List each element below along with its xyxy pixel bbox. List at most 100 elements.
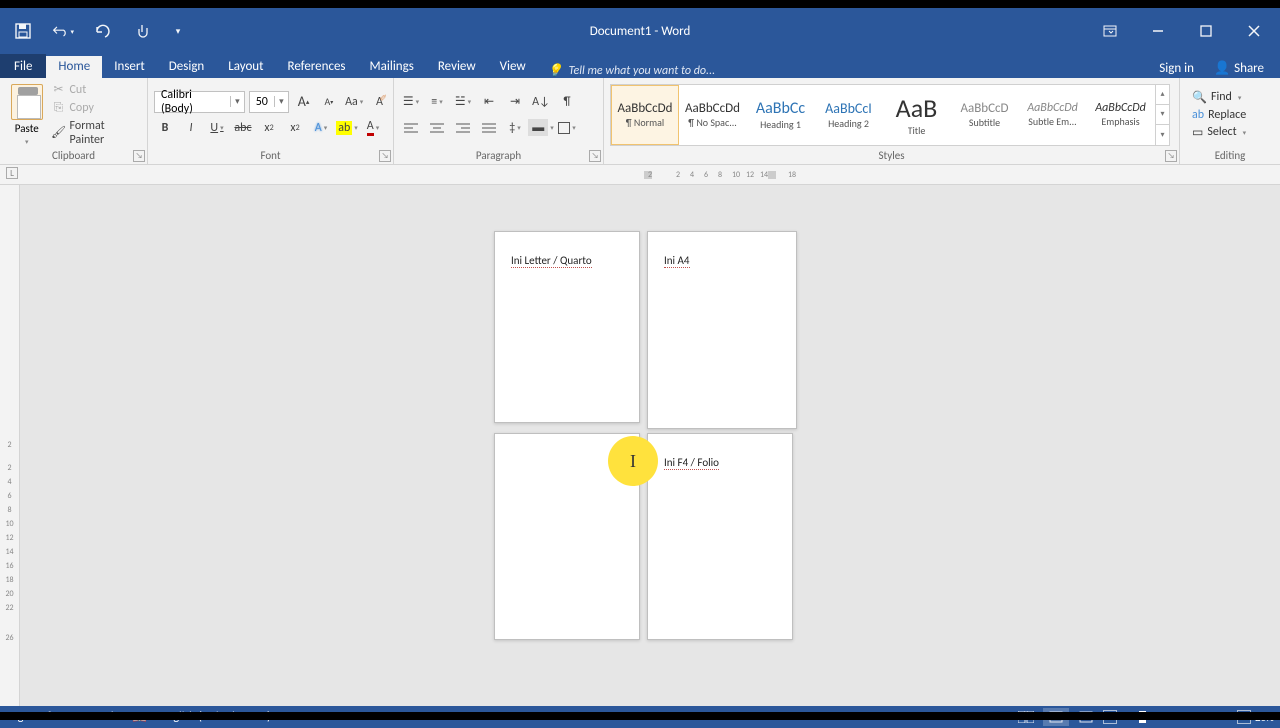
- cursor-highlight: I: [608, 436, 658, 486]
- group-font: Calibri (Body)▾ 50▾ A▴ A▾ Aa▾ A✐ B I U▾ …: [148, 78, 394, 164]
- touch-mode-icon[interactable]: [132, 20, 154, 42]
- align-right-button[interactable]: [452, 117, 474, 139]
- group-styles: AaBbCcDd¶ NormalAaBbCcDd¶ No Spac...AaBb…: [604, 78, 1180, 164]
- highlight-button[interactable]: ab▾: [336, 117, 358, 139]
- select-button[interactable]: ▭Select▾: [1192, 125, 1246, 140]
- copy-button[interactable]: ⎘Copy: [52, 101, 141, 115]
- align-left-button[interactable]: [400, 117, 422, 139]
- tab-view[interactable]: View: [488, 56, 538, 78]
- paste-button[interactable]: Paste ▾: [6, 84, 48, 146]
- underline-button[interactable]: U▾: [206, 117, 228, 139]
- style--normal[interactable]: AaBbCcDd¶ Normal: [611, 85, 679, 145]
- gallery-down-icon[interactable]: ▾: [1156, 105, 1169, 125]
- clear-formatting-button[interactable]: A✐: [369, 91, 390, 113]
- tab-review[interactable]: Review: [426, 56, 488, 78]
- style-subtitle[interactable]: AaBbCcDSubtitle: [951, 85, 1019, 145]
- vertical-ruler[interactable]: 224681012141618202226: [0, 185, 20, 706]
- align-center-button[interactable]: [426, 117, 448, 139]
- subscript-button[interactable]: x2: [258, 117, 280, 139]
- lightbulb-icon: 💡: [548, 63, 563, 78]
- share-icon: 👤: [1214, 61, 1230, 76]
- page-thumb-4[interactable]: Ini F4 / Folio: [647, 433, 793, 640]
- cut-button[interactable]: ✂Cut: [52, 83, 141, 97]
- superscript-button[interactable]: x2: [284, 117, 306, 139]
- font-name-combo[interactable]: Calibri (Body)▾: [154, 91, 245, 113]
- change-case-button[interactable]: Aa▾: [344, 91, 365, 113]
- tell-me-search[interactable]: 💡 Tell me what you want to do...: [548, 63, 715, 78]
- sort-button[interactable]: A↓: [530, 91, 552, 113]
- bullets-button[interactable]: ☰▾: [400, 91, 422, 113]
- page-thumb-2[interactable]: Ini A4: [647, 231, 797, 429]
- customize-qat-icon[interactable]: ▾: [172, 20, 184, 42]
- save-icon[interactable]: [12, 20, 34, 42]
- show-marks-button[interactable]: ¶: [556, 91, 578, 113]
- paragraph-launcher[interactable]: ↘: [589, 150, 601, 162]
- paintbrush-icon: 🖌: [52, 126, 66, 140]
- redo-icon[interactable]: [92, 20, 114, 42]
- close-button[interactable]: [1232, 15, 1276, 47]
- line-spacing-button[interactable]: ‡▾: [504, 117, 526, 139]
- minimize-button[interactable]: [1136, 15, 1180, 47]
- format-painter-button[interactable]: 🖌Format Painter: [52, 119, 141, 147]
- share-button[interactable]: 👤Share: [1206, 59, 1272, 78]
- style-subtle-em-[interactable]: AaBbCcDdSubtle Em...: [1019, 85, 1087, 145]
- ribbon-display-options-icon[interactable]: [1088, 15, 1132, 47]
- undo-icon[interactable]: ▾: [52, 20, 74, 42]
- tab-mailings[interactable]: Mailings: [358, 56, 426, 78]
- tab-insert[interactable]: Insert: [102, 56, 157, 78]
- styles-gallery: AaBbCcDd¶ NormalAaBbCcDd¶ No Spac...AaBb…: [610, 84, 1170, 146]
- tab-selector[interactable]: L: [6, 167, 18, 179]
- tab-home[interactable]: Home: [46, 56, 102, 78]
- font-color-button[interactable]: A▾: [362, 117, 384, 139]
- chevron-down-icon[interactable]: ▾: [274, 96, 288, 107]
- numbering-button[interactable]: ≡▾: [426, 91, 448, 113]
- maximize-button[interactable]: [1184, 15, 1228, 47]
- group-clipboard: Paste ▾ ✂Cut ⎘Copy 🖌Format Painter Clipb…: [0, 78, 148, 164]
- page-4-text: Ini F4 / Folio: [664, 456, 719, 469]
- replace-button[interactable]: abReplace: [1192, 108, 1246, 122]
- paste-icon: [11, 84, 43, 120]
- horizontal-ruler[interactable]: L 2246810121418: [0, 165, 1280, 185]
- find-button[interactable]: 🔍Find▾: [1192, 90, 1246, 105]
- quick-access-toolbar: ▾ ▾: [0, 20, 190, 42]
- tab-layout[interactable]: Layout: [216, 56, 275, 78]
- page-1-text: Ini Letter / Quarto: [511, 254, 592, 267]
- italic-button[interactable]: I: [180, 117, 202, 139]
- style--no-spac-[interactable]: AaBbCcDd¶ No Spac...: [679, 85, 747, 145]
- text-cursor-icon: I: [630, 451, 636, 472]
- clipboard-launcher[interactable]: ↘: [133, 150, 145, 162]
- text-effects-button[interactable]: A▾: [310, 117, 332, 139]
- sign-in-link[interactable]: Sign in: [1151, 59, 1202, 78]
- document-title: Document1 - Word: [590, 24, 691, 39]
- grow-font-button[interactable]: A▴: [293, 91, 314, 113]
- group-paragraph: ☰▾ ≡▾ ☱▾ ⇤ ⇥ A↓ ¶ ‡▾ ▬▾ ▾ Paragraph↘: [394, 78, 604, 164]
- increase-indent-button[interactable]: ⇥: [504, 91, 526, 113]
- style-heading-2[interactable]: AaBbCcIHeading 2: [815, 85, 883, 145]
- style-heading-1[interactable]: AaBbCcHeading 1: [747, 85, 815, 145]
- shrink-font-button[interactable]: A▾: [318, 91, 339, 113]
- chevron-down-icon[interactable]: ▾: [230, 96, 244, 107]
- style-title[interactable]: AaBTitle: [883, 85, 951, 145]
- shading-button[interactable]: ▬▾: [530, 117, 552, 139]
- gallery-up-icon[interactable]: ▴: [1156, 85, 1169, 105]
- justify-button[interactable]: [478, 117, 500, 139]
- tab-design[interactable]: Design: [157, 56, 216, 78]
- multilevel-list-button[interactable]: ☱▾: [452, 91, 474, 113]
- page-thumb-1[interactable]: Ini Letter / Quarto: [494, 231, 640, 423]
- font-size-combo[interactable]: 50▾: [249, 91, 289, 113]
- document-canvas[interactable]: Ini Letter / Quarto Ini A4 Ini F4 / Foli…: [20, 185, 1280, 706]
- styles-launcher[interactable]: ↘: [1165, 150, 1177, 162]
- tab-file[interactable]: File: [0, 54, 46, 78]
- strikethrough-button[interactable]: abc: [232, 117, 254, 139]
- page-2-text: Ini A4: [664, 254, 690, 267]
- cursor-icon: ▭: [1192, 125, 1203, 140]
- gallery-more-icon[interactable]: ▾: [1156, 125, 1169, 144]
- font-launcher[interactable]: ↘: [379, 150, 391, 162]
- replace-icon: ab: [1192, 108, 1204, 122]
- style-emphasis[interactable]: AaBbCcDdEmphasis: [1087, 85, 1155, 145]
- title-bar: ▾ ▾ Document1 - Word: [0, 8, 1280, 54]
- tab-references[interactable]: References: [276, 56, 358, 78]
- decrease-indent-button[interactable]: ⇤: [478, 91, 500, 113]
- borders-button[interactable]: ▾: [556, 117, 578, 139]
- bold-button[interactable]: B: [154, 117, 176, 139]
